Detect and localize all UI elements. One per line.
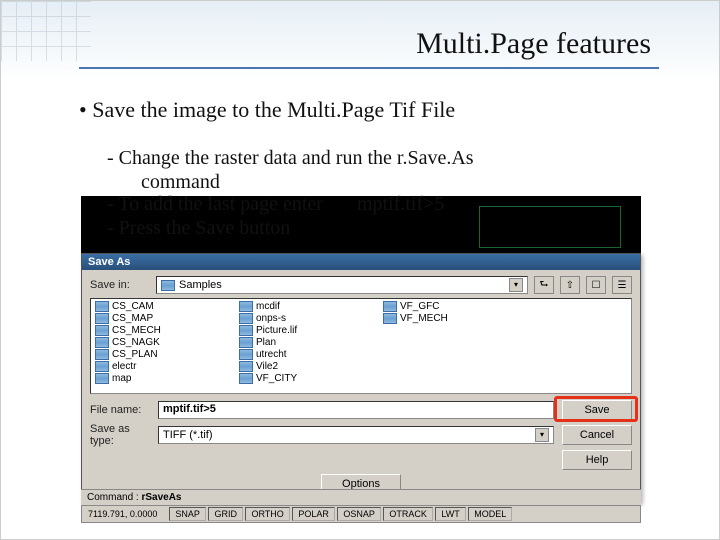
views-icon[interactable]: ☰ — [612, 276, 632, 294]
sub-bullet-2: - To add the last page enter — [107, 193, 323, 216]
status-toggle-polar[interactable]: POLAR — [292, 507, 335, 521]
status-toggle-lwt[interactable]: LWT — [435, 507, 465, 521]
save-in-combo[interactable]: Samples ▾ — [156, 276, 528, 294]
file-icon — [95, 373, 109, 384]
file-icon — [95, 301, 109, 312]
command-line[interactable]: Command : rSaveAs — [81, 489, 641, 505]
file-label: CS_MAP — [112, 313, 153, 324]
list-item[interactable]: Picture.lif — [237, 325, 367, 336]
chevron-down-icon[interactable]: ▾ — [535, 428, 549, 442]
file-icon — [95, 349, 109, 360]
list-item[interactable]: onps-s — [237, 313, 367, 324]
command-value: rSaveAs — [141, 492, 181, 503]
help-button[interactable]: Help — [562, 450, 632, 470]
file-icon — [239, 373, 253, 384]
save-in-label: Save in: — [90, 279, 150, 291]
save-type-combo[interactable]: TIFF (*.tif) ▾ — [158, 426, 554, 444]
list-item[interactable]: CS_PLAN — [93, 349, 223, 360]
save-in-value: Samples — [179, 279, 222, 291]
title-underline — [79, 67, 659, 69]
file-label: mcdif — [256, 301, 280, 312]
status-bar: 7119.791, 0.0000 SNAP GRID ORTHO POLAR O… — [81, 505, 641, 523]
command-label: Command : — [87, 492, 141, 503]
list-item[interactable]: electr — [93, 361, 223, 372]
new-folder-icon[interactable]: ☐ — [586, 276, 606, 294]
file-icon — [239, 349, 253, 360]
status-toggle-grid[interactable]: GRID — [208, 507, 243, 521]
status-toggle-model[interactable]: MODEL — [468, 507, 512, 521]
file-icon — [239, 313, 253, 324]
sub-bullet-1: - Change the raster data and run the r.S… — [107, 147, 607, 170]
sub-bullet-2-filename: mptif.tif>5 — [357, 193, 444, 216]
chevron-down-icon[interactable]: ▾ — [509, 278, 523, 292]
file-icon — [95, 313, 109, 324]
sub-bullet-3: - Press the Save button — [107, 217, 290, 240]
list-item[interactable]: VF_GFC — [381, 301, 511, 312]
file-icon — [239, 361, 253, 372]
file-label: electr — [112, 361, 136, 372]
file-label: onps-s — [256, 313, 286, 324]
file-label: Picture.lif — [256, 325, 297, 336]
main-bullet: • Save the image to the Multi.Page Tif F… — [79, 97, 455, 123]
list-item[interactable]: CS_NAGK — [93, 337, 223, 348]
list-item[interactable]: Vile2 — [237, 361, 367, 372]
file-icon — [95, 361, 109, 372]
file-label: map — [112, 373, 131, 384]
list-item[interactable]: CS_MECH — [93, 325, 223, 336]
file-label: CS_MECH — [112, 325, 161, 336]
file-icon — [383, 301, 397, 312]
save-type-value: TIFF (*.tif) — [163, 429, 213, 441]
folder-icon — [161, 280, 175, 291]
list-item[interactable]: VF_CITY — [237, 373, 367, 384]
coordinates: 7119.791, 0.0000 — [86, 508, 165, 520]
save-button[interactable]: Save — [562, 400, 632, 420]
file-icon — [95, 325, 109, 336]
list-item[interactable]: VF_MECH — [381, 313, 511, 324]
save-as-dialog: Save As Save in: Samples ▾ ⮑ ⇧ ☐ ☰ CS_CA… — [81, 253, 641, 503]
file-label: VF_GFC — [400, 301, 439, 312]
slide-title: Multi.Page features — [416, 27, 651, 61]
file-label: Plan — [256, 337, 276, 348]
file-icon — [239, 325, 253, 336]
file-icon — [95, 337, 109, 348]
cancel-button[interactable]: Cancel — [562, 425, 632, 445]
file-label: CS_CAM — [112, 301, 154, 312]
status-toggle-snap[interactable]: SNAP — [169, 507, 206, 521]
list-item[interactable]: CS_MAP — [93, 313, 223, 324]
file-icon — [383, 313, 397, 324]
list-item[interactable]: CS_CAM — [93, 301, 223, 312]
file-label: CS_PLAN — [112, 349, 158, 360]
status-toggle-ortho[interactable]: ORTHO — [245, 507, 289, 521]
file-label: VF_MECH — [400, 313, 448, 324]
status-toggle-otrack[interactable]: OTRACK — [383, 507, 433, 521]
file-label: utrecht — [256, 349, 287, 360]
file-name-input[interactable]: mptif.tif>5 — [158, 401, 554, 419]
list-item[interactable]: Plan — [237, 337, 367, 348]
file-label: CS_NAGK — [112, 337, 160, 348]
up-folder-icon[interactable]: ⇧ — [560, 276, 580, 294]
list-item[interactable]: map — [93, 373, 223, 384]
file-icon — [239, 337, 253, 348]
file-label: VF_CITY — [256, 373, 297, 384]
sub-bullet-1-cont: command — [141, 171, 220, 194]
file-list[interactable]: CS_CAMCS_MAPCS_MECHCS_NAGKCS_PLANelectrm… — [90, 298, 632, 394]
file-name-label: File name: — [90, 404, 150, 416]
file-icon — [239, 301, 253, 312]
back-icon[interactable]: ⮑ — [534, 276, 554, 294]
file-label: Vile2 — [256, 361, 278, 372]
list-item[interactable]: mcdif — [237, 301, 367, 312]
dialog-titlebar: Save As — [82, 254, 640, 270]
save-type-label: Save as type: — [90, 423, 150, 447]
status-toggle-osnap[interactable]: OSNAP — [337, 507, 381, 521]
list-item[interactable]: utrecht — [237, 349, 367, 360]
